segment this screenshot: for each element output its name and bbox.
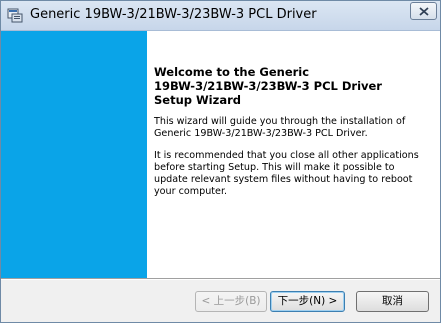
installer-icon <box>7 7 23 23</box>
window-title: Generic 19BW-3/21BW-3/23BW-3 PCL Driver <box>30 7 317 22</box>
wizard-side-panel <box>1 31 147 278</box>
back-button[interactable]: < 上一步(B) <box>195 291 267 312</box>
cancel-button[interactable]: 取消 <box>356 291 429 312</box>
wizard-footer: < 上一步(B) 下一步(N) > 取消 <box>1 278 440 322</box>
welcome-intro-text: This wizard will guide you through the i… <box>154 116 406 139</box>
welcome-recommendation-text: It is recommended that you close all oth… <box>154 150 419 197</box>
footer-separator <box>1 278 440 280</box>
wizard-body: Welcome to the Generic 19BW-3/21BW-3/23B… <box>1 31 440 278</box>
close-button[interactable] <box>410 2 437 20</box>
installer-window: Generic 19BW-3/21BW-3/23BW-3 PCL Driver … <box>0 0 441 323</box>
next-button[interactable]: 下一步(N) > <box>270 291 345 312</box>
welcome-content: Welcome to the Generic 19BW-3/21BW-3/23B… <box>154 65 434 198</box>
welcome-heading: Welcome to the Generic 19BW-3/21BW-3/23B… <box>154 65 382 107</box>
title-bar[interactable]: Generic 19BW-3/21BW-3/23BW-3 PCL Driver <box>1 1 440 31</box>
close-icon <box>419 7 429 16</box>
